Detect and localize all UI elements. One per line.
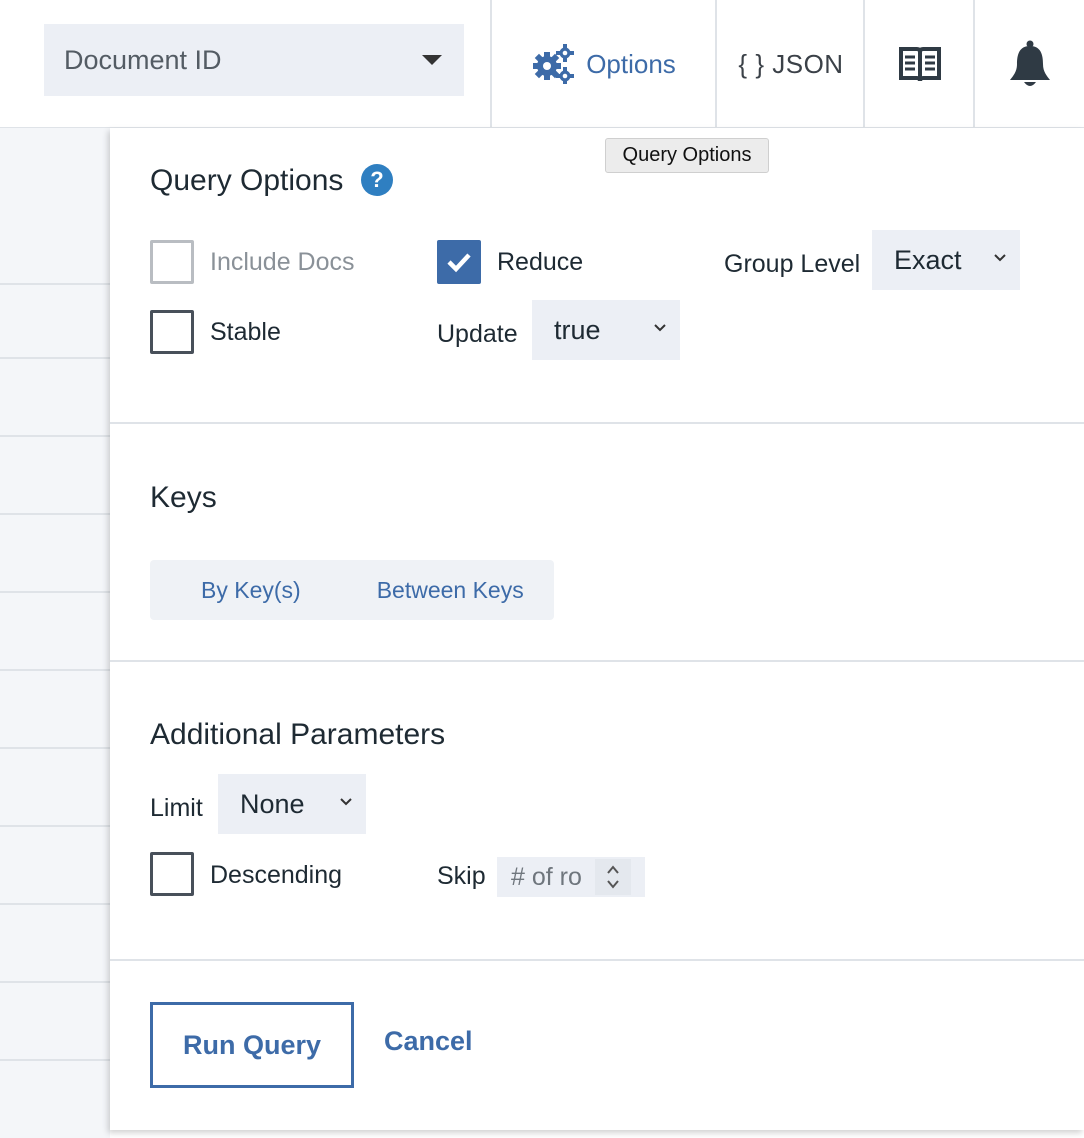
chevron-down-icon [994, 254, 1006, 262]
limit-value: None [240, 788, 305, 819]
section-divider [110, 422, 1084, 424]
book-icon [899, 47, 941, 82]
cancel-button[interactable]: Cancel [384, 1026, 473, 1057]
query-options-title: Query Options [150, 164, 344, 197]
header-divider [715, 0, 717, 128]
update-value: true [554, 314, 601, 345]
bell-icon [1010, 40, 1050, 86]
docs-button[interactable] [866, 0, 974, 128]
skip-label: Skip [437, 862, 486, 890]
limit-label: Limit [150, 794, 203, 822]
options-tooltip: Query Options [605, 138, 769, 173]
stable-checkbox[interactable] [150, 310, 194, 354]
update-select[interactable]: true [532, 300, 680, 360]
row-divider [0, 357, 110, 359]
stable-label: Stable [210, 318, 281, 346]
json-button[interactable]: { } JSON [718, 0, 864, 128]
run-query-button[interactable]: Run Query [150, 1002, 354, 1088]
options-button[interactable]: Options [492, 0, 716, 128]
skip-placeholder: # of ro [511, 862, 582, 891]
checkmark-icon [447, 253, 471, 273]
additional-parameters-title: Additional Parameters [150, 718, 446, 751]
update-label: Update [437, 320, 518, 348]
row-divider [0, 1059, 110, 1061]
caret-down-icon [422, 55, 442, 65]
descending-checkbox[interactable] [150, 852, 194, 896]
reduce-label: Reduce [497, 248, 584, 276]
include-docs-label: Include Docs [210, 248, 355, 276]
skip-input[interactable]: # of ro [497, 857, 645, 897]
gears-icon [533, 44, 575, 84]
group-level-value: Exact [894, 244, 962, 275]
chevron-down-icon [340, 798, 352, 806]
options-label: Options [586, 48, 676, 79]
chevron-down-icon [654, 324, 666, 332]
include-docs-checkbox[interactable] [150, 240, 194, 284]
tab-between-keys[interactable]: Between Keys [377, 577, 524, 604]
notifications-button[interactable] [976, 0, 1084, 128]
keys-title: Keys [150, 481, 217, 514]
limit-select[interactable]: None [218, 774, 366, 834]
row-divider [0, 747, 110, 749]
row-divider [0, 513, 110, 515]
help-icon[interactable]: ? [361, 164, 393, 196]
section-divider [110, 959, 1084, 961]
row-divider [0, 981, 110, 983]
keys-tab-group: By Key(s) Between Keys [150, 560, 554, 620]
section-divider [110, 660, 1084, 662]
query-options-panel: Query Options ? Include Docs Reduce Grou… [110, 128, 1084, 1130]
row-divider [0, 903, 110, 905]
json-label: { } JSON [738, 48, 844, 79]
group-level-label: Group Level [724, 250, 861, 278]
descending-label: Descending [210, 861, 343, 889]
results-list-background [0, 128, 110, 1138]
document-id-select-value: Document ID [64, 44, 222, 75]
document-id-select[interactable]: Document ID [44, 24, 464, 96]
reduce-checkbox[interactable] [437, 240, 481, 284]
row-divider [0, 435, 110, 437]
tab-by-keys[interactable]: By Key(s) [201, 577, 301, 604]
spinner-arrows-icon[interactable] [595, 859, 631, 895]
header-bar: Document ID Options {} JSON [0, 0, 1084, 128]
group-level-select[interactable]: Exact [872, 230, 1020, 290]
row-divider [0, 825, 110, 827]
row-divider [0, 591, 110, 593]
row-divider [0, 669, 110, 671]
header-divider [973, 0, 975, 128]
row-divider [0, 283, 110, 285]
header-divider [863, 0, 865, 128]
